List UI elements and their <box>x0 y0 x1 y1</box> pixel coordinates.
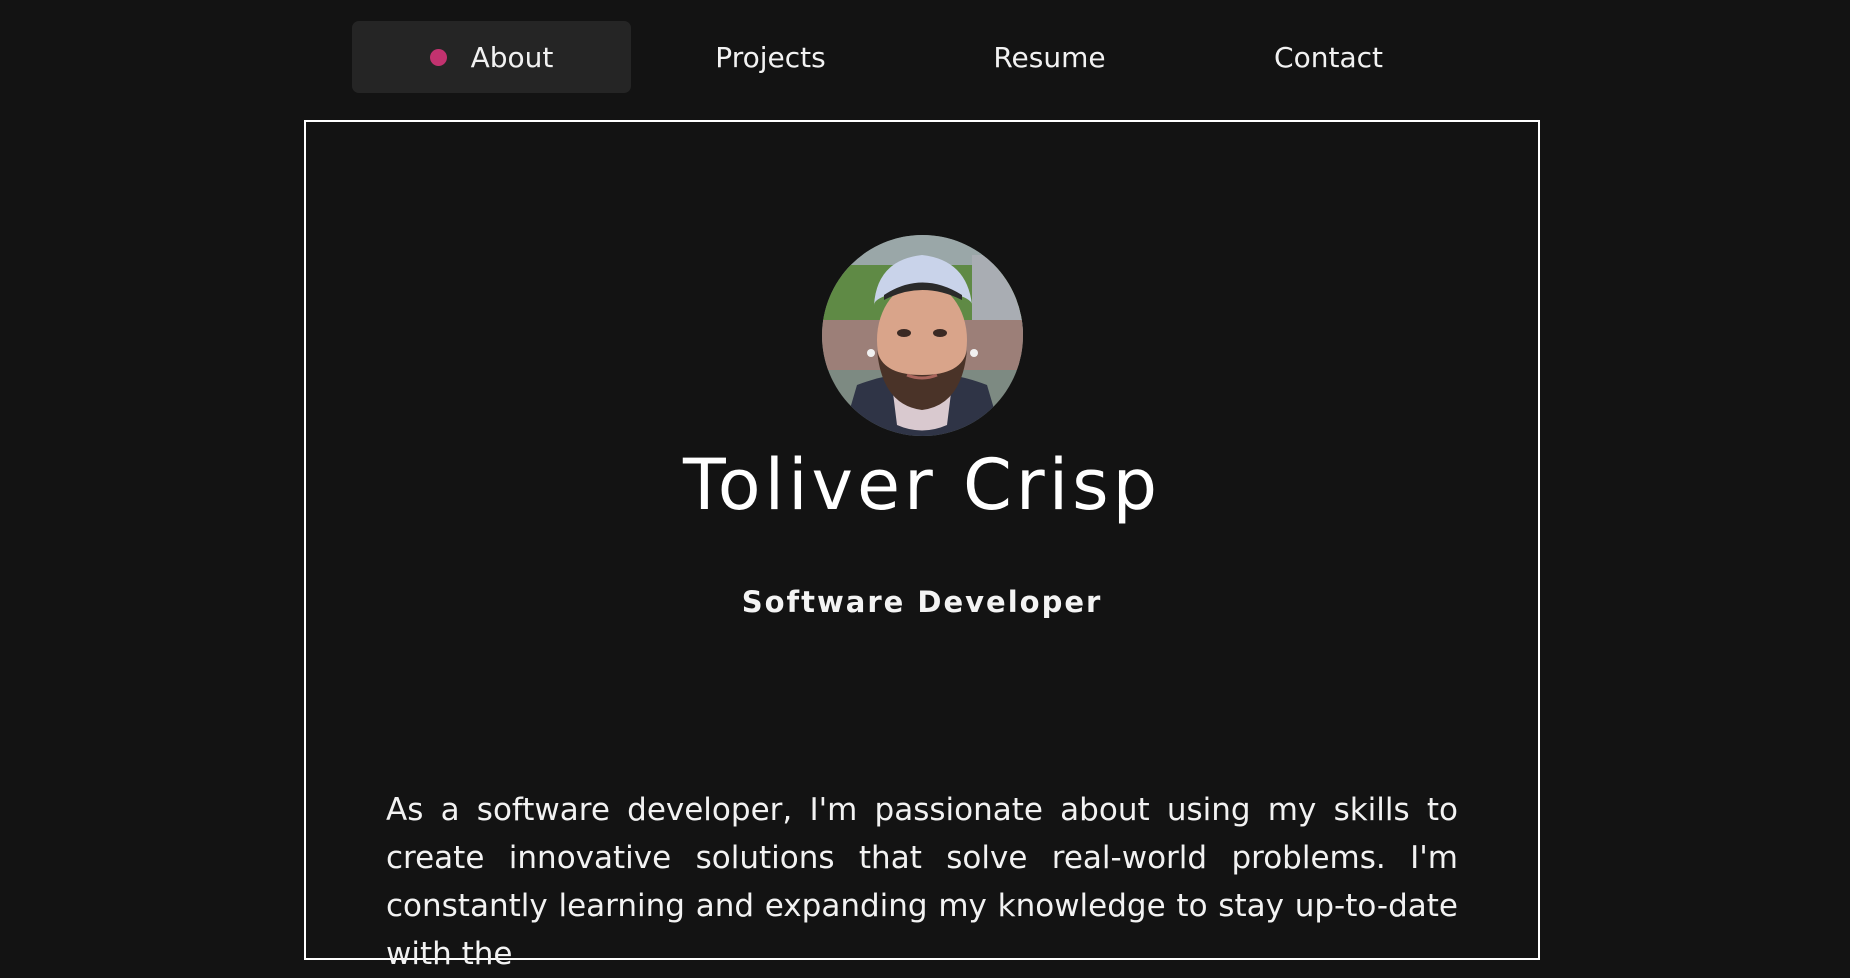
avatar <box>822 235 1023 436</box>
profile-bio: As a software developer, I'm passionate … <box>386 792 1458 972</box>
nav-item-label: Projects <box>715 40 826 74</box>
nav-item-resume[interactable]: Resume <box>910 21 1189 93</box>
nav-item-label: Contact <box>1274 40 1383 74</box>
main-nav: About Projects Resume Contact <box>352 21 1468 93</box>
nav-item-contact[interactable]: Contact <box>1189 21 1468 93</box>
profile-role: Software Developer <box>741 585 1103 619</box>
nav-item-about[interactable]: About <box>352 21 631 93</box>
profile-name: Toliver Crisp <box>682 444 1162 526</box>
nav-item-label: About <box>470 40 554 74</box>
avatar-photo <box>822 235 1023 436</box>
nav-item-projects[interactable]: Projects <box>631 21 910 93</box>
active-indicator-dot <box>429 48 447 66</box>
about-card: Toliver Crisp Software Developer As a so… <box>304 120 1540 972</box>
nav-item-label: Resume <box>993 40 1106 74</box>
